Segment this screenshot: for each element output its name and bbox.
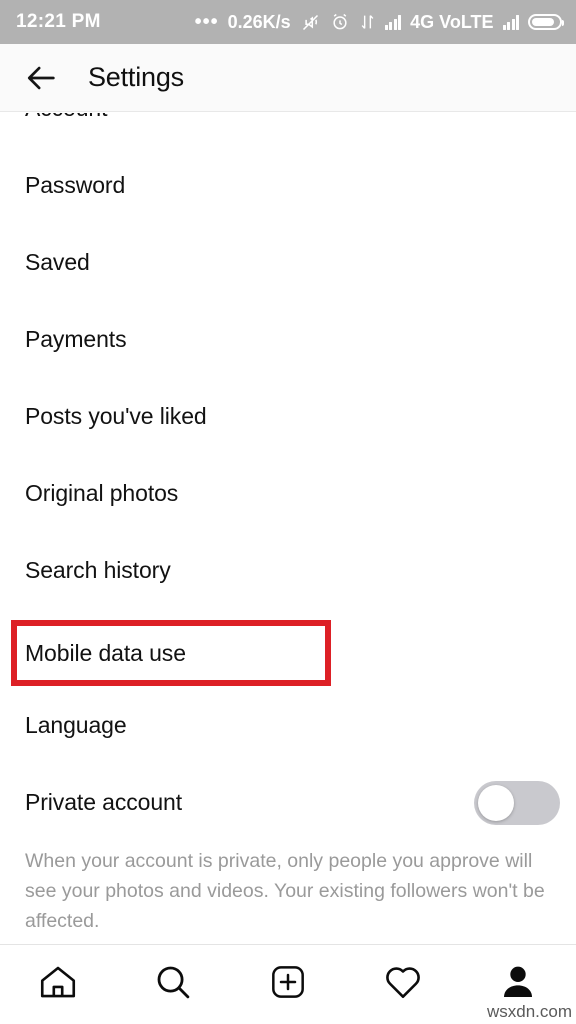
app-header: Settings — [0, 44, 576, 112]
settings-item-account[interactable]: Account — [0, 113, 576, 147]
signal-bars-icon-2 — [502, 14, 519, 30]
settings-item-label: Original photos — [25, 480, 179, 506]
settings-item-label: Password — [25, 172, 126, 198]
settings-screen: 12:21 PM ••• 0.26K/s 4G VoLTE Settings P… — [0, 0, 576, 1024]
settings-item-label: Language — [25, 712, 127, 738]
settings-item-label: Search history — [25, 557, 171, 583]
settings-item-label: Account — [25, 113, 108, 122]
private-account-description: When your account is private, only peopl… — [25, 850, 545, 932]
status-time: 12:21 PM — [16, 11, 101, 32]
settings-item-private-account[interactable]: Private account — [0, 764, 576, 841]
data-transfer-icon — [359, 13, 376, 31]
profile-icon — [498, 962, 538, 1007]
network-type-label: 4G VoLTE — [410, 11, 494, 32]
more-dots-icon: ••• — [194, 11, 219, 33]
settings-item-label: Payments — [25, 326, 127, 352]
alarm-icon — [330, 12, 350, 32]
private-account-toggle[interactable] — [474, 780, 560, 825]
settings-item-label: Private account — [25, 789, 183, 815]
settings-item-language[interactable]: Language — [0, 687, 576, 764]
back-arrow-icon — [27, 66, 55, 89]
nav-item-activity[interactable] — [346, 945, 461, 1024]
back-button[interactable] — [14, 50, 70, 106]
status-bar: 12:21 PM ••• 0.26K/s 4G VoLTE — [0, 0, 576, 44]
settings-item-payments[interactable]: Payments — [0, 301, 576, 378]
settings-item-label: Saved — [25, 249, 90, 275]
settings-item-label: Mobile data use — [25, 640, 186, 666]
toggle-knob — [478, 784, 514, 821]
search-icon — [152, 961, 194, 1008]
nav-item-search[interactable] — [115, 945, 230, 1024]
network-speed-label: 0.26K/s — [227, 11, 291, 32]
settings-item-posts-youve-liked[interactable]: Posts you've liked — [0, 378, 576, 455]
mute-icon — [300, 12, 321, 33]
settings-item-original-photos[interactable]: Original photos — [0, 455, 576, 532]
signal-bars-icon — [384, 14, 402, 30]
activity-heart-icon — [382, 961, 424, 1008]
battery-icon — [528, 14, 564, 30]
watermark: wsxdn.com — [486, 1002, 572, 1021]
status-bar-icons: ••• 0.26K/s 4G VoLTE — [194, 11, 564, 33]
settings-item-mobile-data-use[interactable]: Mobile data use — [0, 615, 576, 692]
page-title: Settings — [88, 62, 184, 92]
settings-item-label: Posts you've liked — [25, 403, 207, 429]
nav-item-home[interactable] — [0, 945, 115, 1024]
nav-item-add-post[interactable] — [230, 945, 345, 1024]
settings-list[interactable]: Account Password Saved Payments Posts yo… — [0, 113, 576, 944]
settings-item-saved[interactable]: Saved — [0, 224, 576, 301]
settings-item-search-history[interactable]: Search history — [0, 532, 576, 609]
add-post-icon — [268, 962, 308, 1007]
home-icon — [37, 961, 79, 1008]
settings-item-password[interactable]: Password — [0, 147, 576, 224]
